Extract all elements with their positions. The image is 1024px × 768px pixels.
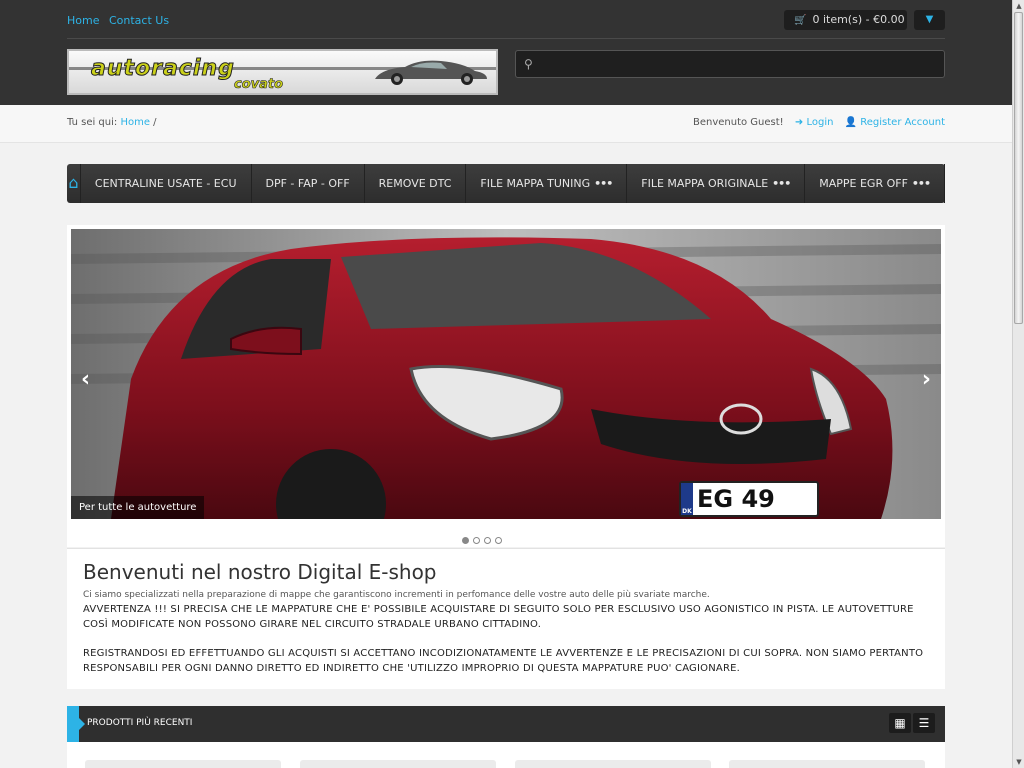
nav-item-label: DPF - FAP - OFF xyxy=(265,177,350,190)
scrollbar-thumb[interactable] xyxy=(1014,12,1023,324)
slider-dot[interactable] xyxy=(473,537,480,544)
slider-prev-button[interactable]: ‹ xyxy=(81,367,90,392)
nav-home-button[interactable]: ⌂ xyxy=(67,164,81,203)
nav-item-label: MAPPE EGR OFF xyxy=(819,177,908,190)
product-card[interactable] xyxy=(515,760,711,768)
welcome-warning: AVVERTENZA !!! SI PRECISA CHE LE MAPPATU… xyxy=(83,604,914,630)
nav-item-label: FILE MAPPA TUNING xyxy=(480,177,591,190)
top-link-home[interactable]: Home xyxy=(67,14,99,27)
breadcrumb-bar: Tu sei qui: Home / Benvenuto Guest! ➜ Lo… xyxy=(0,105,1012,143)
cart-dropdown-button[interactable]: ▼ xyxy=(914,10,945,30)
welcome-intro: Ci siamo specializzati nella preparazion… xyxy=(83,590,710,600)
top-link-contact[interactable]: Contact Us xyxy=(109,14,169,27)
product-grid xyxy=(67,742,945,768)
nav-item-label: FILE MAPPA ORIGINALE xyxy=(641,177,769,190)
chevron-down-icon: ▼ xyxy=(925,14,934,25)
license-plate: DK EG 49 648 xyxy=(679,481,819,519)
hero-slide[interactable]: DK EG 49 648 ‹ › Per tutte le autovettur… xyxy=(71,229,941,519)
welcome-title: Benvenuti nel nostro Digital E-shop xyxy=(83,560,437,584)
chevron-left-icon: ‹ xyxy=(81,367,91,392)
cart-button[interactable]: 🛒 0 item(s) - €0.00 xyxy=(784,10,907,30)
scroll-down-arrow-icon[interactable]: ▼ xyxy=(1013,756,1024,768)
nav-item-remove-dtc[interactable]: REMOVE DTC xyxy=(365,164,467,203)
user-icon: 👤 xyxy=(844,117,858,128)
register-label: Register Account xyxy=(860,117,945,128)
plate-country: DK xyxy=(681,483,693,515)
slide-caption: Per tutte le autovetture xyxy=(71,496,205,519)
nav-item-file-mappa-tuning[interactable]: FILE MAPPA TUNING ••• xyxy=(466,164,628,203)
hero-car-image xyxy=(71,229,941,519)
logo-subtext: covato xyxy=(234,77,284,93)
plate-number: EG 49 648 xyxy=(697,485,775,519)
grid-view-button[interactable]: ▦ xyxy=(889,713,911,733)
login-label: Login xyxy=(806,117,834,128)
site-logo[interactable]: autoracing covato xyxy=(67,49,498,95)
slider-dot[interactable] xyxy=(484,537,491,544)
slider-next-button[interactable]: › xyxy=(922,367,931,392)
list-view-button[interactable]: ☰ xyxy=(913,713,935,733)
welcome-section: Benvenuti nel nostro Digital E-shop Ci s… xyxy=(67,548,945,689)
search-icon[interactable]: ⚲ xyxy=(524,57,533,71)
logo-text: autoracing xyxy=(91,56,235,82)
product-card[interactable] xyxy=(85,760,281,768)
scroll-up-arrow-icon[interactable]: ▲ xyxy=(1013,0,1024,12)
welcome-guest-text: Benvenuto Guest! xyxy=(692,117,784,128)
latest-products-title: PRODOTTI PIÙ RECENTI xyxy=(87,718,193,728)
product-card[interactable] xyxy=(729,760,925,768)
nav-item-file-mappa-originale[interactable]: FILE MAPPA ORIGINALE ••• xyxy=(627,164,806,203)
breadcrumb-prefix: Tu sei qui: xyxy=(67,117,118,128)
list-view-icon: ☰ xyxy=(918,716,930,730)
breadcrumb: Tu sei qui: Home / xyxy=(67,117,157,128)
register-link[interactable]: 👤 Register Account xyxy=(845,117,945,128)
more-dots-icon: ••• xyxy=(911,177,931,190)
product-card[interactable] xyxy=(300,760,496,768)
nav-item-label: REMOVE DTC xyxy=(378,177,452,190)
top-links: Home Contact Us xyxy=(67,14,175,27)
shopping-cart-icon: 🛒 xyxy=(794,15,807,26)
section-accent xyxy=(67,706,85,742)
page-scrollbar[interactable]: ▲ ▼ xyxy=(1012,0,1024,768)
login-icon: ➜ xyxy=(794,117,804,128)
slider-pagination xyxy=(67,529,945,548)
header-divider xyxy=(67,38,945,39)
nav-item-centraline[interactable]: CENTRALINE USATE - ECU xyxy=(81,164,252,203)
search-input[interactable] xyxy=(542,54,937,74)
latest-products-header: PRODOTTI PIÙ RECENTI ▦ ☰ xyxy=(67,706,945,742)
chevron-right-icon: › xyxy=(921,367,931,392)
search-box: ⚲ xyxy=(515,50,945,78)
nav-item-mappe-egr-off[interactable]: MAPPE EGR OFF ••• xyxy=(805,164,945,203)
breadcrumb-home-link[interactable]: Home xyxy=(120,117,150,128)
hero-slider: DK EG 49 648 ‹ › Per tutte le autovettur… xyxy=(67,225,945,547)
nav-item-dpf[interactable]: DPF - FAP - OFF xyxy=(252,164,365,203)
account-links: Benvenuto Guest! ➜ Login 👤 Register Acco… xyxy=(693,117,945,128)
main-navigation: ⌂ CENTRALINE USATE - ECU DPF - FAP - OFF… xyxy=(67,164,945,203)
grid-view-icon: ▦ xyxy=(894,716,906,730)
slider-dot[interactable] xyxy=(495,537,502,544)
home-icon: ⌂ xyxy=(68,173,79,192)
nav-item-label: CENTRALINE USATE - ECU xyxy=(94,177,237,190)
login-link[interactable]: ➜ Login xyxy=(795,117,834,128)
cart-label: 0 item(s) - €0.00 xyxy=(812,13,905,26)
slider-dot[interactable] xyxy=(462,537,469,544)
more-dots-icon: ••• xyxy=(772,177,791,190)
more-dots-icon: ••• xyxy=(594,177,613,190)
welcome-disclaimer: REGISTRANDOSI ED EFFETTUANDO GLI ACQUIST… xyxy=(83,648,924,674)
logo-car-image xyxy=(375,60,487,85)
top-header: Home Contact Us 🛒 0 item(s) - €0.00 ▼ aut… xyxy=(0,0,1012,105)
breadcrumb-separator: / xyxy=(153,117,157,128)
